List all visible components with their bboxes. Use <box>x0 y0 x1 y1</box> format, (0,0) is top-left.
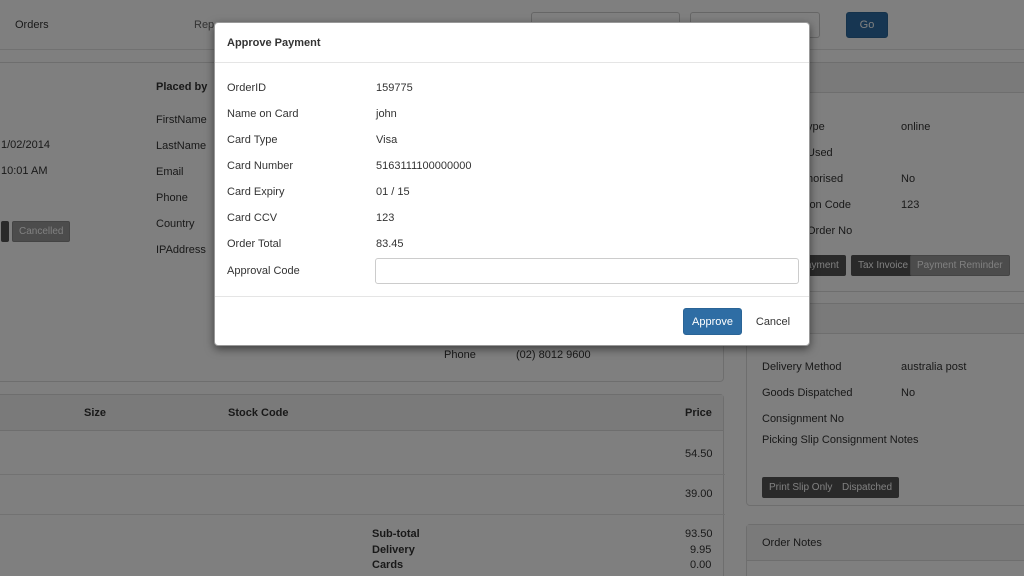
card-type-label: Card Type <box>227 134 278 146</box>
order-id-value: 159775 <box>376 82 413 94</box>
card-expiry-value: 01 / 15 <box>376 186 410 198</box>
modal-title: Approve Payment <box>227 37 321 49</box>
card-number-label: Card Number <box>227 160 294 172</box>
order-id-label: OrderID <box>227 82 267 94</box>
card-ccv-value: 123 <box>376 212 395 224</box>
approve-button[interactable]: Approve <box>683 308 742 335</box>
approve-payment-modal: Approve Payment OrderID 159775 Name on C… <box>214 22 810 346</box>
approval-code-input[interactable] <box>375 258 799 284</box>
card-number-value: 5163111100000000 <box>376 160 472 172</box>
order-total-label: Order Total <box>227 238 282 250</box>
modal-header: Approve Payment <box>215 23 809 63</box>
card-expiry-label: Card Expiry <box>227 186 285 198</box>
card-type-value: Visa <box>376 134 398 146</box>
approval-code-label: Approval Code <box>227 265 300 277</box>
name-on-card-value: john <box>376 108 397 120</box>
card-ccv-label: Card CCV <box>227 212 278 224</box>
order-total-value: 83.45 <box>376 238 404 250</box>
name-on-card-label: Name on Card <box>227 108 299 120</box>
cancel-button[interactable]: Cancel <box>747 308 799 335</box>
